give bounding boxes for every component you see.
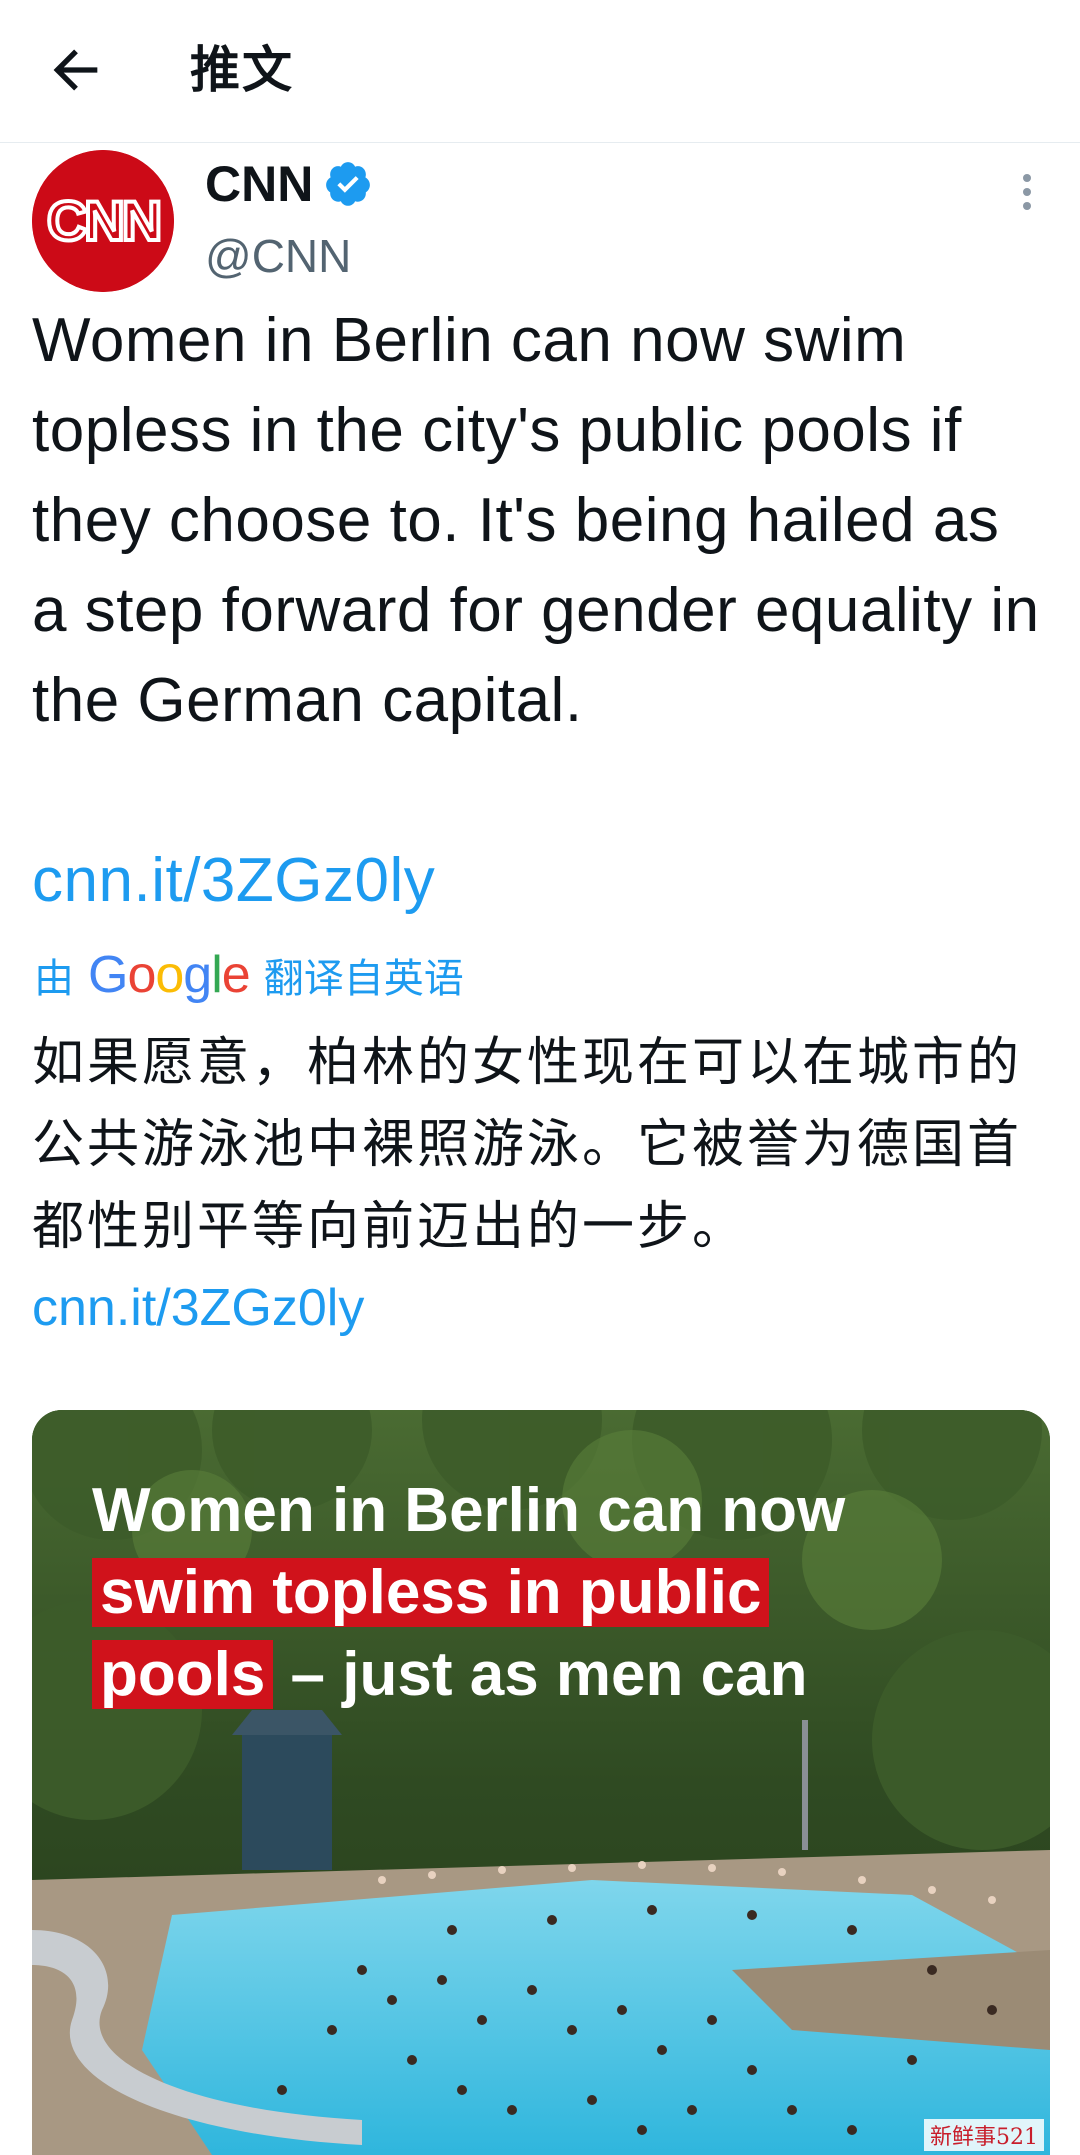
headline-line-2: swim topless in public — [92, 1558, 770, 1627]
tweet-text: Women in Berlin can now swim topless in … — [32, 306, 1040, 735]
translated-text: 如果愿意，柏林的女性现在可以在城市的公共游泳池中裸照游泳。它被誉为德国首都性别平… — [32, 1033, 1023, 1257]
translated-link[interactable]: cnn.it/3ZGz0ly — [32, 1268, 364, 1348]
media-headline: Women in Berlin can now swim topless in … — [92, 1470, 1032, 1716]
tweet-link[interactable]: cnn.it/3ZGz0ly — [32, 836, 435, 926]
top-bar: 推文 — [0, 0, 1080, 143]
verified-badge-icon — [326, 162, 371, 206]
svg-text:CNN: CNN — [47, 189, 159, 252]
author-name-row[interactable]: CNN — [205, 154, 373, 214]
translation-prefix: 由 — [34, 957, 74, 1001]
headline-line-3-highlight: pools — [92, 1640, 274, 1709]
cnn-logo-icon: CNN — [32, 150, 174, 292]
arrow-left-icon[interactable] — [44, 38, 108, 102]
tweet-media-image[interactable]: Women in Berlin can now swim topless in … — [32, 1410, 1050, 2155]
avatar[interactable]: CNN — [32, 150, 174, 292]
more-vertical-icon[interactable] — [1012, 170, 1042, 220]
author-handle[interactable]: @CNN — [205, 226, 351, 286]
translation-attribution[interactable]: 由 Google 翻译自英语 — [34, 945, 464, 1005]
page-title: 推文 — [190, 42, 294, 98]
headline-line-1: Women in Berlin can now — [92, 1476, 846, 1545]
author-name[interactable]: CNN — [205, 154, 313, 214]
headline-line-3-rest: – just as men can — [273, 1640, 808, 1709]
watermark: 新鲜事521 — [924, 2119, 1044, 2151]
translation-suffix: 翻译自英语 — [263, 957, 464, 1001]
google-logo: Google — [88, 946, 251, 1004]
